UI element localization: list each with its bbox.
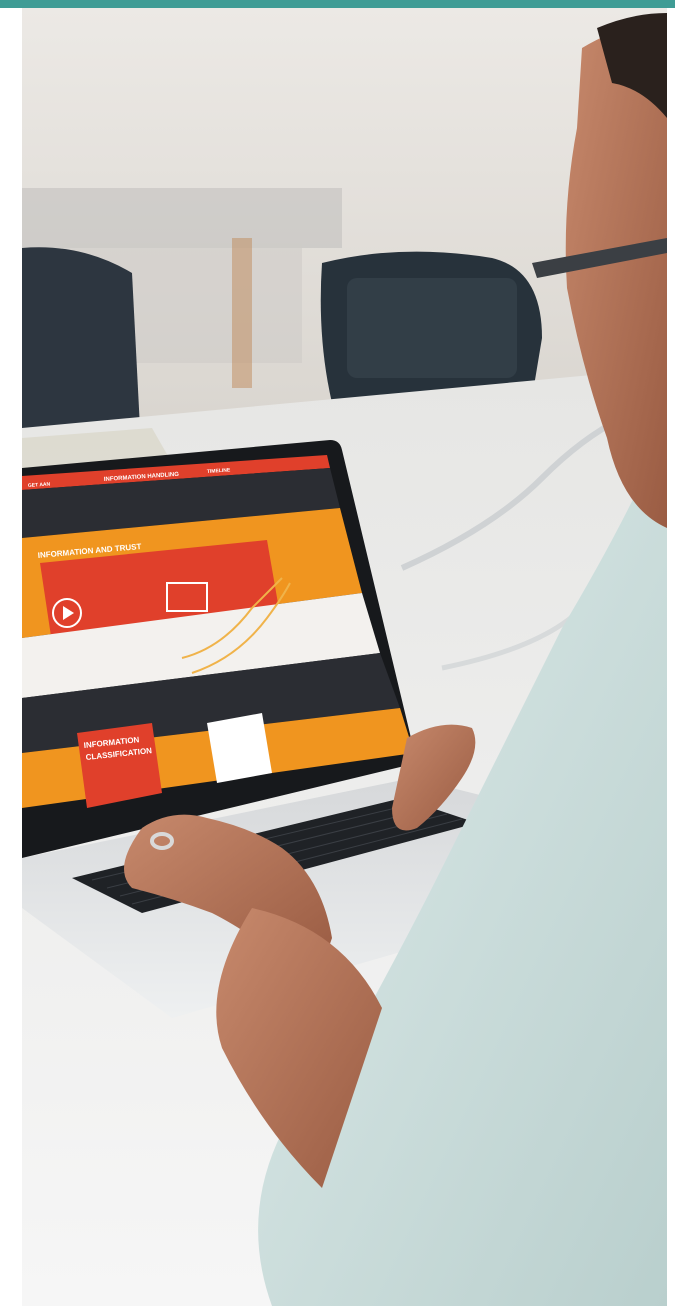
photo-scene: GET AAN INFORMATION HANDLING TIMELINE IN… xyxy=(0,0,675,1306)
left-margin xyxy=(0,8,22,1306)
top-accent-bar xyxy=(0,0,675,8)
right-margin xyxy=(667,8,675,1306)
office-photo: GET AAN INFORMATION HANDLING TIMELINE IN… xyxy=(22,8,667,1306)
office-chair-left xyxy=(22,247,140,438)
chair-mesh xyxy=(347,278,517,378)
document-icon xyxy=(207,713,272,783)
screen-red-card-2 xyxy=(77,723,162,808)
background-chair-leg xyxy=(232,238,252,388)
background-furniture xyxy=(22,188,342,248)
photo-illustration: GET AAN INFORMATION HANDLING TIMELINE IN… xyxy=(22,8,667,1306)
